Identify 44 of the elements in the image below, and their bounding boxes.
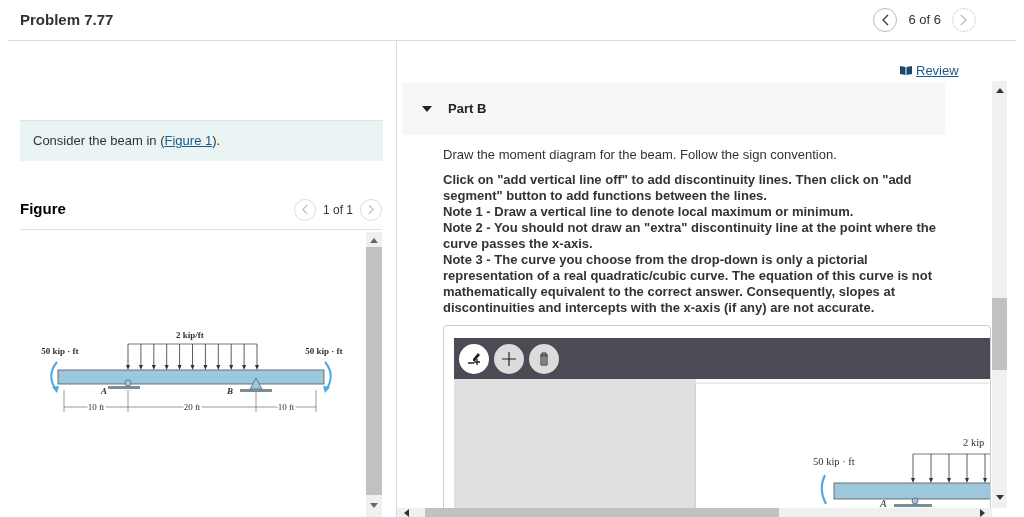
tool-button[interactable] (529, 343, 559, 374)
arrow-left-icon (404, 509, 409, 517)
instruction-text: Draw the moment diagram for the beam. Follow the sign convention. (443, 147, 838, 163)
intro-text: Consider the beam in (Figure 1). (33, 132, 221, 151)
instruction-note: Note 1 - Draw a vertical line to denote local maximum or minimum. (443, 204, 855, 220)
scrollbar-thumb[interactable] (425, 508, 779, 517)
chevron-right-icon (960, 14, 968, 26)
tool-button[interactable] (459, 343, 489, 374)
arrow-right-icon (980, 509, 985, 517)
chevron-left-icon (881, 14, 890, 26)
load-label: 2 kip/ft (176, 330, 204, 340)
support-label: A (101, 386, 107, 396)
arrow-up-icon (370, 238, 378, 243)
support-label: B (227, 386, 233, 396)
dimension-label: 10 ft (277, 402, 295, 412)
scrollbar[interactable] (397, 508, 992, 517)
arrow-up-icon (996, 88, 1004, 93)
arrow-down-icon (996, 495, 1004, 500)
tool-button[interactable] (494, 343, 524, 374)
figure-link[interactable]: Figure 1 (164, 133, 213, 149)
figure-title: Figure (20, 199, 66, 220)
page-counter: 1 of 1 (322, 201, 353, 219)
load-label: 2 kip (963, 437, 985, 448)
review-link[interactable]: Review (900, 61, 959, 81)
scrollbar[interactable] (992, 81, 1007, 508)
plus-icon (500, 349, 518, 368)
support-label: A (880, 498, 887, 509)
page-counter: 6 of 6 (908, 11, 941, 30)
part-header[interactable]: Part B (402, 83, 945, 135)
moment-label: 50 kip · ft (305, 346, 343, 356)
arrow-down-icon (370, 503, 378, 508)
caret-icon (422, 105, 432, 113)
book-icon (900, 66, 912, 76)
moment-label: 50 kip · ft (813, 456, 855, 467)
chevron-right-icon (367, 204, 375, 215)
instruction-note: Note 3 - The curve you choose from the drop-down is only a pictorial representation of a real quadratic/cubic curve. The equation of this curve is not mathematically equivalent to the correct answer. Consequently, slopes at discontinuities and intercepts with the x-axis (if any) are not accurate. (443, 252, 934, 316)
page-title: Problem 7.77 (20, 9, 114, 30)
chevron-left-icon (301, 204, 309, 215)
instruction-note: Click on "add vertical line off" to add discontinuity lines. Then click on "add segment" button to add functions between the lines. (443, 172, 913, 204)
instruction-note: Note 2 - You should not draw an "extra" discontinuity line at the point where the curve passes the x-axis. (443, 220, 937, 252)
moment-label: 50 kip · ft (41, 346, 79, 356)
dimension-label: 10 ft (87, 402, 105, 412)
scrollbar-thumb[interactable] (992, 298, 1007, 370)
dimension-label: 20 ft (183, 402, 201, 412)
